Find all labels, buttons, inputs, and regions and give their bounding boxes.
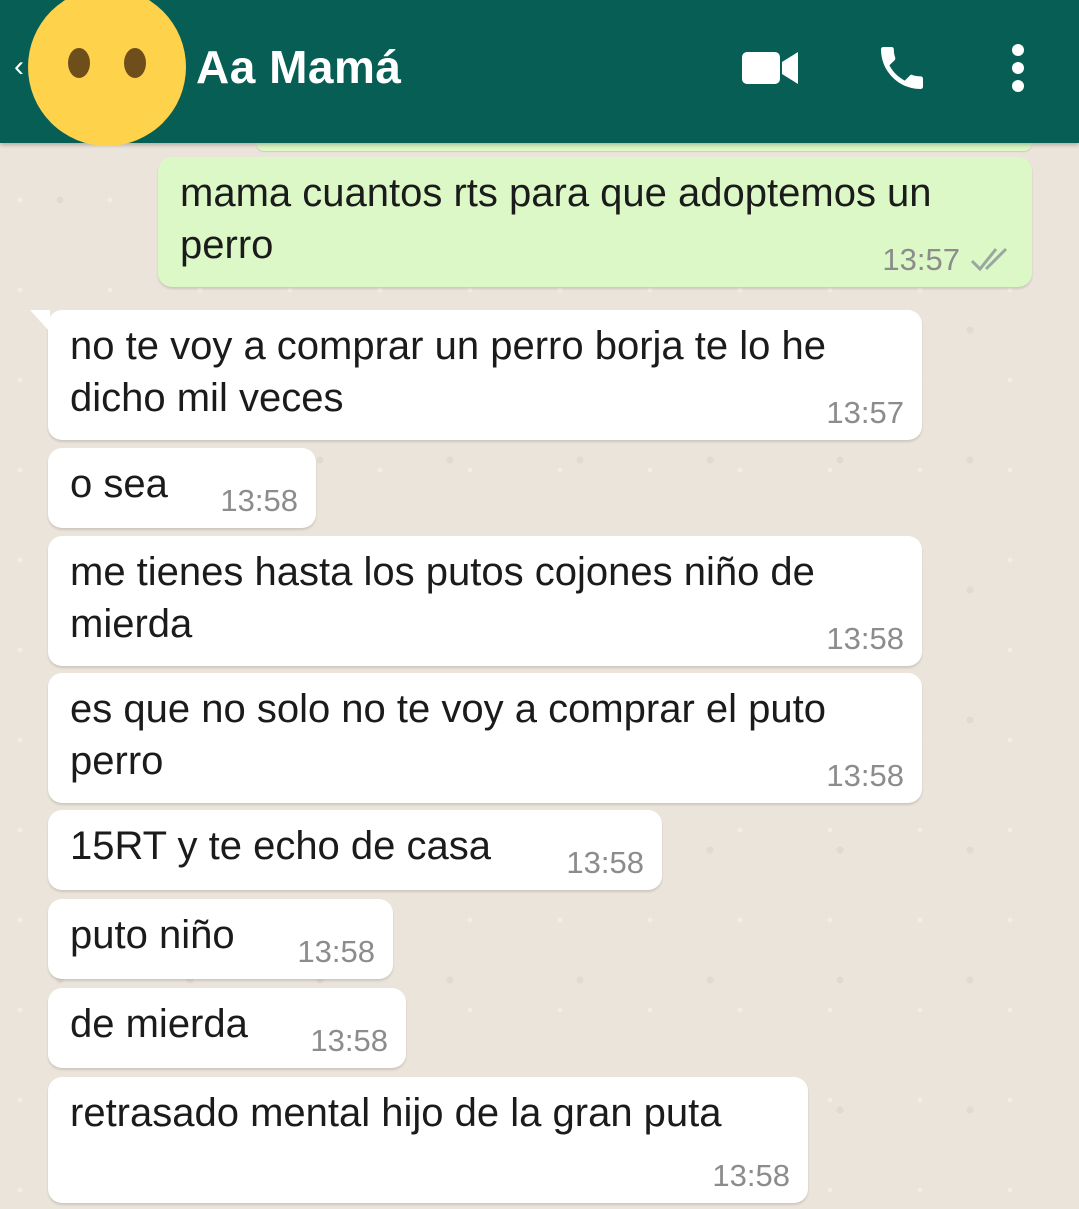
video-call-icon[interactable] xyxy=(740,38,800,98)
message-time: 13:58 xyxy=(826,758,904,793)
message-time: 13:58 xyxy=(712,1158,790,1193)
avatar-eye-right xyxy=(124,48,146,78)
message-incoming[interactable]: o sea 13:58 xyxy=(48,448,316,528)
message-incoming[interactable]: 15RT y te echo de casa 13:58 xyxy=(48,810,662,890)
message-incoming[interactable]: puto niño 13:58 xyxy=(48,899,393,979)
avatar-eye-left xyxy=(68,48,90,78)
message-time: 13:57 xyxy=(826,395,904,430)
message-text: no te voy a comprar un perro borja te lo… xyxy=(70,324,826,420)
message-incoming[interactable]: no te voy a comprar un perro borja te lo… xyxy=(30,310,922,440)
message-incoming[interactable]: me tienes hasta los putos cojones niño d… xyxy=(48,536,922,666)
bubble-tail xyxy=(30,310,50,332)
chat-header: ‹ Aa Mamá xyxy=(0,0,1079,146)
message-text: retrasado mental hijo de la gran puta xyxy=(70,1091,722,1135)
contact-name[interactable]: Aa Mamá xyxy=(196,40,401,94)
message-time: 13:58 xyxy=(297,934,375,969)
message-time: 13:57 xyxy=(882,242,960,277)
phone-icon[interactable] xyxy=(872,38,932,98)
message-time: 13:58 xyxy=(566,845,644,880)
message-text: 15RT y te echo de casa xyxy=(70,824,492,868)
message-list[interactable]: mama cuantos rts para que adoptemos un p… xyxy=(0,143,1079,1209)
message-time: 13:58 xyxy=(826,621,904,656)
message-incoming[interactable]: retrasado mental hijo de la gran puta 13… xyxy=(48,1077,808,1203)
message-text: es que no solo no te voy a comprar el pu… xyxy=(70,687,827,783)
message-time: 13:58 xyxy=(310,1023,388,1058)
chat-screen: ‹ Aa Mamá mama cuantos rts para que adop… xyxy=(0,0,1079,1209)
message-time: 13:58 xyxy=(220,483,298,518)
message-outgoing[interactable]: mama cuantos rts para que adoptemos un p… xyxy=(158,157,1032,287)
double-check-icon xyxy=(970,247,1008,272)
message-incoming[interactable]: es que no solo no te voy a comprar el pu… xyxy=(48,673,922,803)
message-incoming[interactable]: de mierda 13:58 xyxy=(48,988,406,1068)
avatar[interactable] xyxy=(28,0,186,146)
more-options-icon[interactable] xyxy=(988,38,1048,98)
message-text: me tienes hasta los putos cojones niño d… xyxy=(70,550,815,646)
previous-message-edge xyxy=(256,143,1032,151)
